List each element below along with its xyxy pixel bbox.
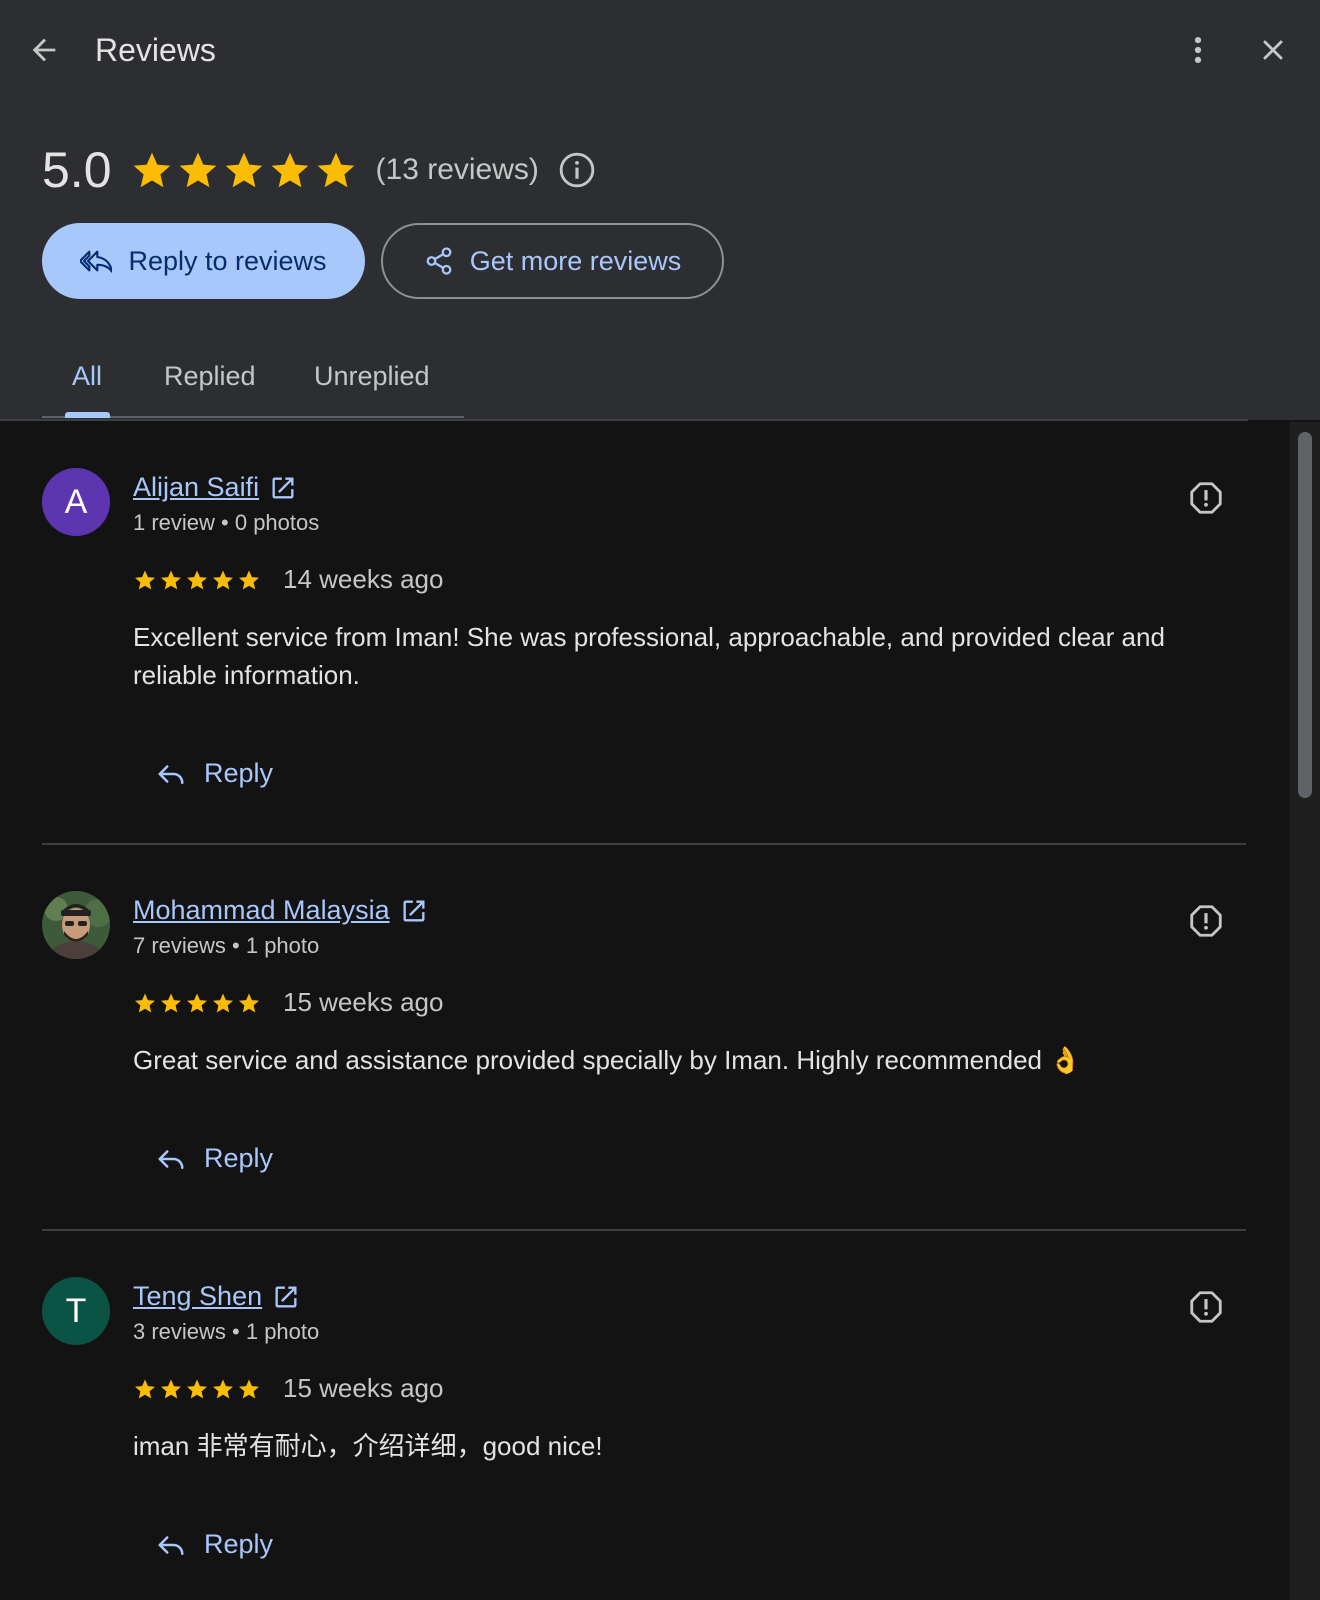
open-in-new-icon[interactable]	[269, 474, 297, 502]
share-icon	[426, 247, 452, 275]
tab-replied[interactable]: Replied	[164, 358, 256, 394]
reviewer-name-link[interactable]: Alijan Saifi	[133, 472, 259, 503]
page-title: Reviews	[95, 32, 216, 68]
review-stars	[133, 1377, 261, 1401]
avatar[interactable]: A	[42, 468, 110, 536]
reply-button[interactable]: Reply	[156, 1143, 273, 1174]
star-icon	[239, 1379, 259, 1398]
more-options-button[interactable]	[1176, 28, 1220, 72]
active-tab-indicator	[65, 412, 110, 418]
reply-label: Reply	[204, 758, 274, 788]
star-icon	[239, 993, 259, 1012]
star-icon	[187, 570, 207, 589]
reply-to-reviews-button[interactable]: Reply to reviews	[42, 223, 365, 299]
reviewer-meta: 7 reviews • 1 photo	[133, 933, 320, 958]
star-icon	[271, 152, 308, 188]
review-text: Excellent service from Iman! She was pro…	[133, 622, 1165, 690]
star-icon	[161, 1379, 181, 1398]
tab-all[interactable]: All	[72, 358, 102, 394]
review-text: iman 非常有耐心，介绍详细，good nice!	[133, 1431, 603, 1461]
header-divider	[0, 419, 1248, 421]
review-stars	[133, 991, 261, 1015]
report-icon	[1190, 905, 1222, 937]
star-icon	[225, 152, 262, 188]
reviewer-meta: 3 reviews • 1 photo	[133, 1319, 320, 1344]
report-review-button[interactable]	[1186, 1287, 1226, 1327]
more-vert-icon	[1194, 36, 1202, 64]
star-icon	[161, 993, 181, 1012]
get-more-reviews-button[interactable]: Get more reviews	[381, 223, 724, 299]
star-icon	[135, 1379, 155, 1398]
star-icon	[187, 1379, 207, 1398]
star-icon	[135, 993, 155, 1012]
star-icon	[187, 993, 207, 1012]
reply-label: Reply	[204, 1143, 274, 1173]
report-review-button[interactable]	[1186, 901, 1226, 941]
profile-photo-icon	[42, 891, 110, 959]
close-button[interactable]	[1251, 28, 1295, 72]
star-icon	[135, 570, 155, 589]
info-button[interactable]	[557, 150, 597, 190]
star-icon	[317, 152, 354, 188]
back-button[interactable]	[22, 28, 66, 72]
review-time: 14 weeks ago	[283, 564, 444, 594]
star-icon	[161, 570, 181, 589]
review-count: (13 reviews)	[375, 153, 539, 186]
avatar[interactable]: T	[42, 1277, 110, 1345]
star-icon	[179, 152, 216, 188]
tab-unreplied[interactable]: Unreplied	[314, 358, 430, 394]
star-icon	[213, 993, 233, 1012]
review-filter-tabs: All Replied Unreplied	[42, 340, 464, 420]
reviewer-name-link[interactable]: Mohammad Malaysia	[133, 895, 390, 926]
arrow-back-icon	[32, 38, 56, 62]
info-icon	[559, 152, 595, 188]
report-icon	[1190, 1291, 1222, 1323]
reply-icon	[158, 1149, 184, 1169]
reply-button[interactable]: Reply	[156, 758, 273, 789]
review-text: Great service and assistance provided sp…	[133, 1045, 1082, 1075]
reply-icon	[158, 764, 184, 784]
top-bar: Reviews	[0, 0, 1320, 100]
reply-to-reviews-label: Reply to reviews	[128, 245, 327, 276]
review-card: Mohammad Malaysia 7 reviews • 1 photo 15…	[42, 891, 1246, 1191]
review-divider	[42, 1229, 1246, 1231]
review-card: A Alijan Saifi 1 review • 0 photos 14 we…	[42, 468, 1246, 808]
report-review-button[interactable]	[1186, 478, 1226, 518]
review-card: T Teng Shen 3 reviews • 1 photo 15 weeks…	[42, 1277, 1246, 1577]
star-icon	[133, 152, 170, 188]
avatar[interactable]	[42, 891, 110, 959]
reply-button[interactable]: Reply	[156, 1529, 273, 1560]
scrollbar-thumb[interactable]	[1298, 432, 1312, 798]
review-divider	[42, 843, 1246, 845]
reviewer-meta: 1 review • 0 photos	[133, 510, 320, 535]
average-score: 5.0	[42, 142, 112, 198]
get-more-reviews-label: Get more reviews	[469, 245, 682, 276]
close-icon	[1263, 40, 1283, 60]
review-stars	[133, 568, 261, 592]
review-time: 15 weeks ago	[283, 987, 444, 1017]
reviewer-name-link[interactable]: Teng Shen	[133, 1281, 262, 1312]
star-icon	[213, 570, 233, 589]
star-icon	[213, 1379, 233, 1398]
reply-all-icon	[80, 250, 113, 273]
star-icon	[239, 570, 259, 589]
review-time: 15 weeks ago	[283, 1373, 444, 1403]
reply-icon	[158, 1535, 184, 1555]
rating-summary: 5.0 (13 reviews)	[42, 140, 597, 200]
average-stars	[130, 148, 358, 192]
open-in-new-icon[interactable]	[400, 897, 428, 925]
report-icon	[1190, 482, 1222, 514]
reply-label: Reply	[204, 1529, 274, 1559]
open-in-new-icon[interactable]	[272, 1283, 300, 1311]
